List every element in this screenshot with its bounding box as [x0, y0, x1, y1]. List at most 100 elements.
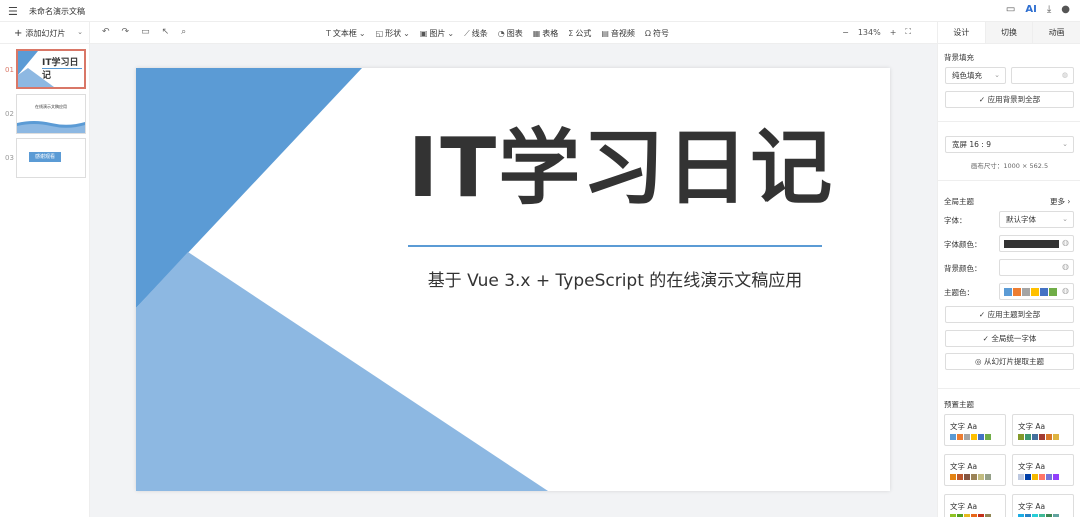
more-link[interactable]: 更多 › [1050, 196, 1070, 207]
add-slide-button[interactable]: + 添加幻灯片 ⌄ [0, 22, 90, 44]
tab-animation[interactable]: 动画 [1033, 22, 1080, 43]
thumbnail-number: 02 [5, 110, 14, 118]
preset-color-swatch [964, 434, 970, 440]
slide-thumbnail-3[interactable]: 感谢观看 [16, 138, 86, 178]
theme-color-swatch [1031, 288, 1039, 296]
preset-color-swatch [950, 474, 956, 480]
font-label: 字体： [944, 216, 967, 225]
slide-title[interactable]: IT学习日记 [406, 128, 836, 210]
tool-image[interactable]: ▣ 图片 ⌄ [420, 28, 454, 39]
zoom-level[interactable]: 134% [858, 28, 881, 37]
preset-color-swatch [950, 434, 956, 440]
tab-transition[interactable]: 切换 [985, 22, 1034, 43]
document-title[interactable]: 未命名演示文稿 [29, 6, 85, 17]
slide-thumbnail-2[interactable]: 在线演示文稿应用 [16, 94, 86, 134]
theme-color-picker[interactable]: ◍ [999, 283, 1074, 300]
theme-color-swatch [1022, 288, 1030, 296]
select-cursor-icon[interactable]: ↖ [162, 27, 170, 37]
tool-textbox[interactable]: T 文本框 ⌄ [326, 28, 366, 39]
present-icon[interactable]: ▭ [1006, 4, 1015, 15]
ai-button[interactable]: AI [1025, 4, 1036, 15]
preset-color-swatch [985, 434, 991, 440]
formula-icon: Σ [568, 29, 574, 38]
preset-color-swatch [1025, 434, 1031, 440]
preset-theme-card[interactable]: 文字 Aa [1012, 494, 1074, 517]
bg-fill-label: 背景填充 [944, 53, 974, 62]
preset-theme-card[interactable]: 文字 Aa [944, 454, 1006, 486]
chevron-down-icon[interactable]: ⌄ [77, 28, 83, 36]
theme-color-swatch [1049, 288, 1057, 296]
color-drop-icon: ◍ [1062, 262, 1069, 271]
extract-theme-button[interactable]: ◎ 从幻灯片提取主题 [945, 353, 1074, 370]
textbox-icon: T [326, 29, 331, 38]
preset-theme-card[interactable]: 文字 Aa [944, 494, 1006, 517]
preset-color-swatch [964, 474, 970, 480]
unify-font-button[interactable]: ✓ 全局统一字体 [945, 330, 1074, 347]
tab-design[interactable]: 设计 [938, 22, 986, 43]
toolbar: + 添加幻灯片 ⌄ ↶ ↷ ▭ ↖ ⌕ T 文本框 ⌄ ◱ 形状 ⌄ ▣ 图片 ⌄ ⟋ 线条 … [0, 22, 937, 44]
preset-theme-text: 文字 Aa [950, 502, 978, 511]
chart-icon: ◔ [497, 29, 505, 38]
thumbnail-3-title: 感谢观看 [34, 154, 55, 160]
preset-theme-card[interactable]: 文字 Aa [1012, 454, 1074, 486]
add-slide-label: 添加幻灯片 [25, 28, 66, 38]
tool-chart[interactable]: ◔ 图表 [498, 28, 523, 39]
menu-icon[interactable]: ☰ [8, 5, 18, 18]
thumbnail-1-line [42, 68, 82, 69]
preset-color-swatch [1053, 474, 1059, 480]
theme-color-swatch [1040, 288, 1048, 296]
slide-thumbnail-1[interactable]: IT学习日记 [16, 49, 86, 89]
tool-symbol[interactable]: Ω 符号 [645, 28, 669, 39]
preset-color-swatch [978, 434, 984, 440]
font-select[interactable]: 默认字体 ⌄ [999, 211, 1074, 228]
download-icon[interactable]: ⤓ [1047, 4, 1051, 15]
font-color-picker[interactable]: ◍ [999, 235, 1074, 252]
preset-theme-card[interactable]: 文字 Aa [944, 414, 1006, 446]
tool-line[interactable]: ⟋ 线条 [464, 28, 488, 39]
redo-icon[interactable]: ↷ [122, 27, 130, 37]
bg-fill-color-picker[interactable]: ◍ [1011, 67, 1074, 84]
preset-theme-text: 文字 Aa [950, 462, 978, 471]
check-icon: ✓ [978, 310, 988, 319]
preset-theme-card[interactable]: 文字 Aa [1012, 414, 1074, 446]
symbol-icon: Ω [644, 29, 652, 38]
preset-color-swatch [1018, 434, 1024, 440]
preset-color-swatch [1053, 434, 1059, 440]
tool-formula[interactable]: Σ 公式 [568, 28, 591, 39]
top-bar: ☰ 未命名演示文稿 ▭ AI ⤓ ● [0, 0, 1080, 22]
fill-type-select[interactable]: 纯色填充 ⌄ [945, 67, 1006, 84]
thumbnail-number: 03 [5, 154, 14, 162]
undo-icon[interactable]: ↶ [102, 27, 110, 37]
preset-theme-label: 预置主题 [944, 400, 974, 409]
preset-color-swatch [1018, 474, 1024, 480]
font-color-label: 字体颜色： [944, 240, 982, 249]
title-divider-line[interactable] [408, 245, 822, 247]
preset-theme-swatches [950, 434, 991, 440]
search-icon[interactable]: ⌕ [181, 27, 186, 37]
bg-color-picker[interactable]: ◍ [999, 259, 1074, 276]
theme-color-swatches [1004, 288, 1057, 296]
tool-shape[interactable]: ◱ 形状 ⌄ [376, 28, 410, 39]
apply-bg-all-button[interactable]: ✓ 应用背景到全部 [945, 91, 1074, 108]
zoom-out-icon[interactable]: − [842, 28, 849, 37]
github-icon[interactable]: ● [1061, 4, 1070, 15]
zoom-in-icon[interactable]: + [890, 28, 897, 37]
chevron-down-icon: ⌄ [358, 29, 366, 38]
preset-color-swatch [957, 474, 963, 480]
preset-color-swatch [1046, 434, 1052, 440]
preset-theme-swatches [1018, 434, 1059, 440]
bg-color-label: 背景颜色： [944, 264, 982, 273]
comment-icon[interactable]: ▭ [141, 27, 150, 37]
aspect-ratio-select[interactable]: 宽屏 16 : 9 ⌄ [945, 136, 1074, 153]
plus-icon: + [14, 27, 23, 39]
apply-theme-all-button[interactable]: ✓ 应用主题到全部 [945, 306, 1074, 323]
preset-color-swatch [971, 434, 977, 440]
slide-subtitle[interactable]: 基于 Vue 3.x + TypeScript 的在线演示文稿应用 [408, 266, 822, 291]
slide-canvas[interactable]: IT学习日记 基于 Vue 3.x + TypeScript 的在线演示文稿应用 [136, 68, 890, 491]
thumbnail-number: 01 [5, 66, 14, 74]
tool-media[interactable]: ▤ 音视频 [601, 28, 635, 39]
tool-table[interactable]: ▦ 表格 [533, 28, 559, 39]
chevron-down-icon: ⌄ [1062, 215, 1068, 223]
preset-color-swatch [1032, 474, 1038, 480]
fullscreen-icon[interactable]: ⛶ [905, 27, 911, 37]
